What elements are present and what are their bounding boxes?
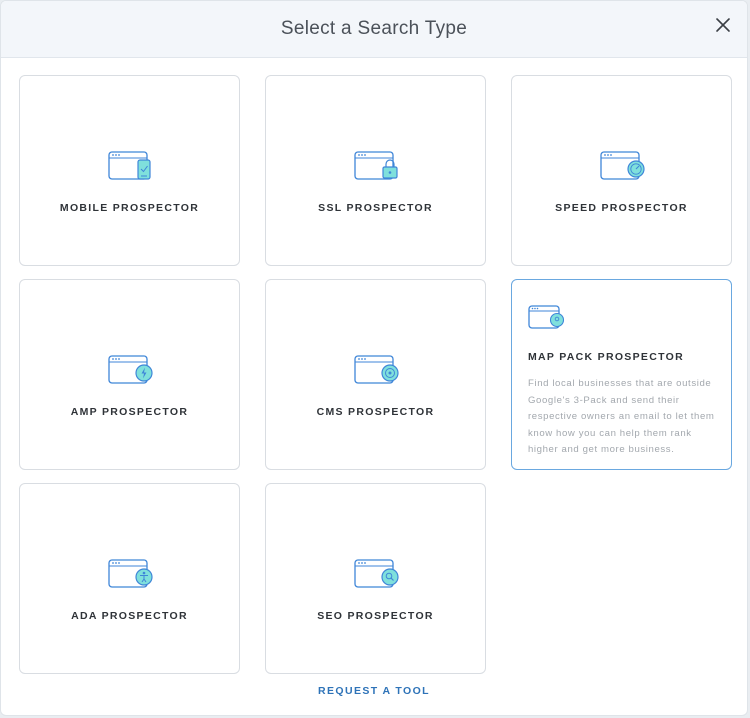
card-ada-prospector[interactable]: ADA PROSPECTOR: [19, 483, 240, 674]
card-ssl-prospector[interactable]: SSL PROSPECTOR: [265, 75, 486, 266]
map-pin-icon: [528, 304, 574, 338]
speedometer-icon: [599, 150, 646, 184]
card-mobile-prospector[interactable]: MOBILE PROSPECTOR: [19, 75, 240, 266]
padlock-icon: [353, 150, 400, 184]
close-icon: [716, 18, 730, 32]
card-amp-prospector[interactable]: AMP PROSPECTOR: [19, 279, 240, 470]
card-cms-prospector[interactable]: CMS PROSPECTOR: [265, 279, 486, 470]
card-label: MOBILE PROSPECTOR: [59, 202, 200, 214]
cms-icon: [353, 354, 400, 388]
card-label: SEO PROSPECTOR: [317, 610, 434, 622]
card-label: CMS PROSPECTOR: [316, 406, 435, 418]
close-button[interactable]: [713, 15, 733, 35]
lightning-icon: [107, 354, 154, 388]
card-map-pack-prospector[interactable]: MAP PACK PROSPECTOR Find local businesse…: [511, 279, 732, 470]
search-icon: [353, 558, 400, 592]
card-seo-prospector[interactable]: SEO PROSPECTOR: [265, 483, 486, 674]
modal-header: Select a Search Type: [1, 1, 747, 58]
card-label: MAP PACK PROSPECTOR: [528, 351, 684, 363]
modal-title: Select a Search Type: [280, 18, 468, 39]
card-label: SSL PROSPECTOR: [318, 202, 433, 214]
search-type-modal: Select a Search Type MOBILE PROSPECTOR S…: [0, 0, 748, 716]
card-label: ADA PROSPECTOR: [71, 610, 188, 622]
accessibility-icon: [107, 558, 154, 592]
card-description: Find local businesses that are outside G…: [528, 378, 715, 455]
card-speed-prospector[interactable]: SPEED PROSPECTOR: [511, 75, 732, 266]
mobile-phone-icon: [107, 150, 154, 184]
card-label: SPEED PROSPECTOR: [555, 202, 688, 214]
request-a-tool-link[interactable]: REQUEST A TOOL: [1, 685, 747, 697]
card-label: AMP PROSPECTOR: [70, 406, 189, 418]
